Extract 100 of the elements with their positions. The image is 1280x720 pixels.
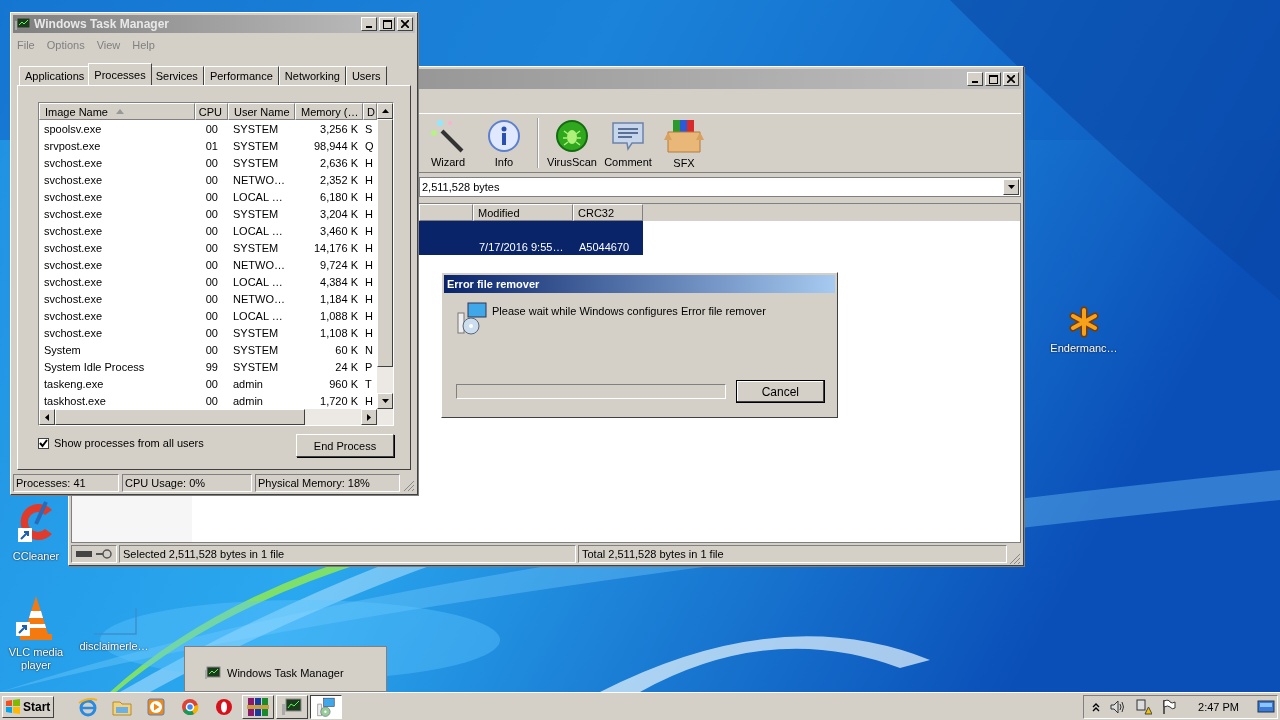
- table-cell-text: LOCAL …: [232, 309, 284, 322]
- status-text: Physical Memory: 18%: [255, 474, 400, 492]
- column-title: Image Name: [45, 105, 108, 118]
- table-cell-text: 6,180 K: [319, 190, 359, 203]
- scrollbar-thumb[interactable]: [55, 409, 305, 425]
- table-cell-text: H: [364, 275, 374, 288]
- table-cell-text: 9,724 K: [319, 258, 359, 271]
- scroll-left-button[interactable]: [39, 409, 55, 425]
- table-cell-text: 3,204 K: [319, 207, 359, 220]
- column-header[interactable]: Modified: [473, 204, 573, 221]
- table-cell-text: 00: [204, 275, 219, 288]
- column-header[interactable]: Memory (…: [295, 103, 363, 120]
- table-cell-text: 00: [204, 190, 219, 203]
- scroll-right-button[interactable]: [361, 409, 377, 425]
- clock[interactable]: 2:47 PM: [1198, 700, 1239, 713]
- box-of-books-icon: [664, 117, 704, 154]
- close-button[interactable]: [397, 17, 413, 31]
- scroll-down-button[interactable]: [377, 393, 393, 409]
- status-text: CPU Usage: 0%: [122, 474, 252, 492]
- toolbar-button[interactable]: Wizard: [421, 116, 475, 170]
- cancel-button[interactable]: Cancel: [735, 380, 825, 403]
- table-cell-text: 60 K: [334, 343, 359, 356]
- tab[interactable]: Processes: [88, 63, 152, 85]
- table-cell-text: svchost.exe: [43, 326, 104, 339]
- taskbar-preview[interactable]: Windows Task Manager: [184, 646, 387, 692]
- table-cell-text: SYSTEM: [232, 326, 280, 339]
- column-header[interactable]: CRC32: [573, 204, 643, 221]
- toolbar-button[interactable]: Comment: [601, 116, 655, 170]
- info-icon: [487, 118, 521, 153]
- minimize-button[interactable]: [361, 17, 377, 31]
- play-icon: [147, 697, 165, 716]
- maximize-button[interactable]: [379, 17, 395, 31]
- column-header[interactable]: CPU: [195, 103, 228, 120]
- column-header[interactable]: User Name: [228, 103, 295, 120]
- scroll-up-button[interactable]: [377, 103, 393, 119]
- table-cell-text: SYSTEM: [232, 360, 280, 373]
- horizontal-scrollbar[interactable]: [38, 409, 394, 426]
- table-cell-text: 00: [204, 326, 219, 339]
- toolbar-button[interactable]: VirusScan: [545, 116, 599, 170]
- column-header[interactable]: [419, 204, 473, 221]
- table-cell-text: SYSTEM: [232, 207, 280, 220]
- table-cell-text: 1,720 K: [319, 394, 359, 407]
- table-cell-text: taskeng.exe: [43, 377, 105, 390]
- maximize-button[interactable]: [985, 72, 1001, 86]
- table-cell-text: 14,176 K: [312, 241, 359, 254]
- key-icon: [96, 549, 112, 559]
- tab[interactable]: Networking: [278, 66, 346, 85]
- table-cell-text: NETWO…: [232, 292, 286, 305]
- resize-grip-icon: [403, 480, 415, 492]
- table-cell-text: 1,108 K: [319, 326, 359, 339]
- table-cell-text: System: [43, 343, 82, 356]
- taskbar-button[interactable]: [310, 694, 342, 719]
- table-cell-text: NETWO…: [232, 258, 286, 271]
- path-field[interactable]: 2,511,528 bytes: [419, 177, 1021, 197]
- checkbox-label[interactable]: Show processes from all users: [54, 437, 204, 449]
- network-warning-icon[interactable]: [1136, 698, 1153, 715]
- desktop-icon-label[interactable]: Endermanc…: [1050, 342, 1118, 355]
- table-cell-text: srvpost.exe: [43, 139, 102, 152]
- bug-icon: [555, 118, 589, 153]
- speaker-icon[interactable]: [1110, 699, 1127, 714]
- table-cell-text: 00: [204, 156, 219, 169]
- toolbar-button[interactable]: SFX: [657, 115, 711, 171]
- windows-logo-icon: [5, 698, 21, 715]
- tab[interactable]: Services: [149, 66, 204, 85]
- tab[interactable]: Performance: [203, 66, 279, 85]
- start-button[interactable]: Start: [2, 695, 54, 718]
- file-row[interactable]: 7/17/2016 9:55… A5044670: [419, 221, 643, 255]
- column-header[interactable]: Image Name: [39, 103, 195, 120]
- table-cell-text: 98,944 K: [312, 139, 359, 152]
- dropdown-button[interactable]: [1003, 179, 1019, 195]
- table-cell-text: 01: [204, 139, 219, 152]
- books-icon: [247, 696, 269, 717]
- status-text: Processes: 41: [13, 474, 119, 492]
- close-icon: [401, 20, 409, 28]
- close-button[interactable]: [1003, 72, 1019, 86]
- checkbox[interactable]: [38, 437, 49, 449]
- end-process-button[interactable]: End Process: [296, 434, 394, 457]
- down-arrow-icon: [381, 399, 389, 403]
- table-cell-text: taskhost.exe: [43, 394, 107, 407]
- column-header[interactable]: D: [363, 103, 377, 120]
- table-cell-text: S: [364, 122, 374, 135]
- minimize-button[interactable]: [967, 72, 983, 86]
- scrollbar-thumb[interactable]: [377, 119, 393, 367]
- checkmark-icon: [39, 438, 48, 448]
- table-cell-text: H: [364, 156, 374, 169]
- tab[interactable]: Applications: [19, 66, 91, 85]
- vertical-scrollbar[interactable]: [377, 103, 393, 409]
- asterisk-icon[interactable]: [1068, 306, 1100, 338]
- table-cell-text: LOCAL …: [232, 224, 284, 237]
- table-cell-text: 00: [204, 173, 219, 186]
- table-cell-text: 3,460 K: [319, 224, 359, 237]
- flag-icon[interactable]: [1162, 698, 1177, 715]
- chevron-up-icon[interactable]: [1092, 701, 1101, 712]
- table-cell-text: 2,636 K: [319, 156, 359, 169]
- show-desktop-icon[interactable]: [1257, 699, 1275, 714]
- tab[interactable]: Users: [345, 66, 387, 85]
- magic-wand-icon: [430, 118, 466, 153]
- table-cell-text: svchost.exe: [43, 224, 104, 237]
- table-cell-text: 00: [204, 258, 219, 271]
- toolbar-button[interactable]: Info: [477, 116, 531, 170]
